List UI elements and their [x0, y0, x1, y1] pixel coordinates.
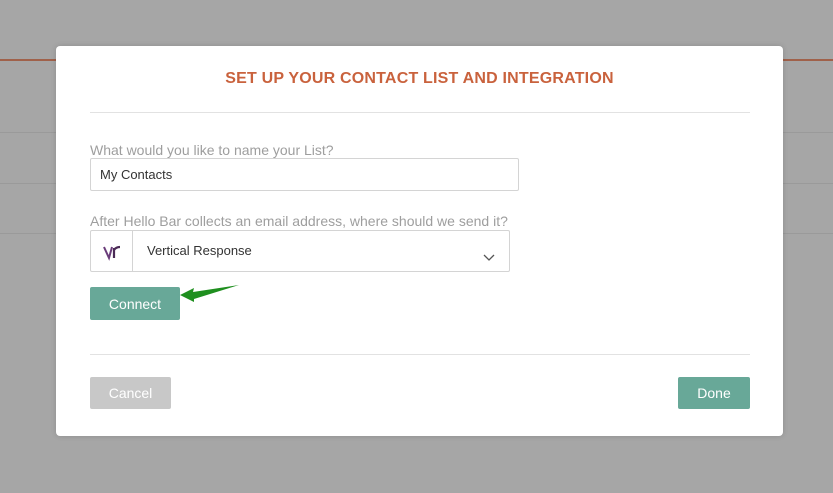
annotation-arrow-icon	[180, 285, 239, 302]
chevron-down-icon	[483, 254, 495, 261]
done-button[interactable]: Done	[678, 377, 750, 409]
connect-button[interactable]: Connect	[90, 287, 180, 320]
vertical-response-logo-icon	[91, 231, 133, 271]
footer-divider	[90, 354, 750, 355]
destination-label: After Hello Bar collects an email addres…	[90, 213, 508, 229]
destination-selected-value: Vertical Response	[147, 243, 252, 258]
contact-list-modal: SET UP YOUR CONTACT LIST AND INTEGRATION…	[56, 46, 783, 436]
list-name-label: What would you like to name your List?	[90, 142, 334, 158]
cancel-button[interactable]: Cancel	[90, 377, 171, 409]
modal-title: SET UP YOUR CONTACT LIST AND INTEGRATION	[225, 70, 614, 87]
title-divider	[90, 112, 750, 113]
destination-select[interactable]: Vertical Response	[90, 230, 510, 272]
list-name-input[interactable]	[90, 158, 519, 191]
